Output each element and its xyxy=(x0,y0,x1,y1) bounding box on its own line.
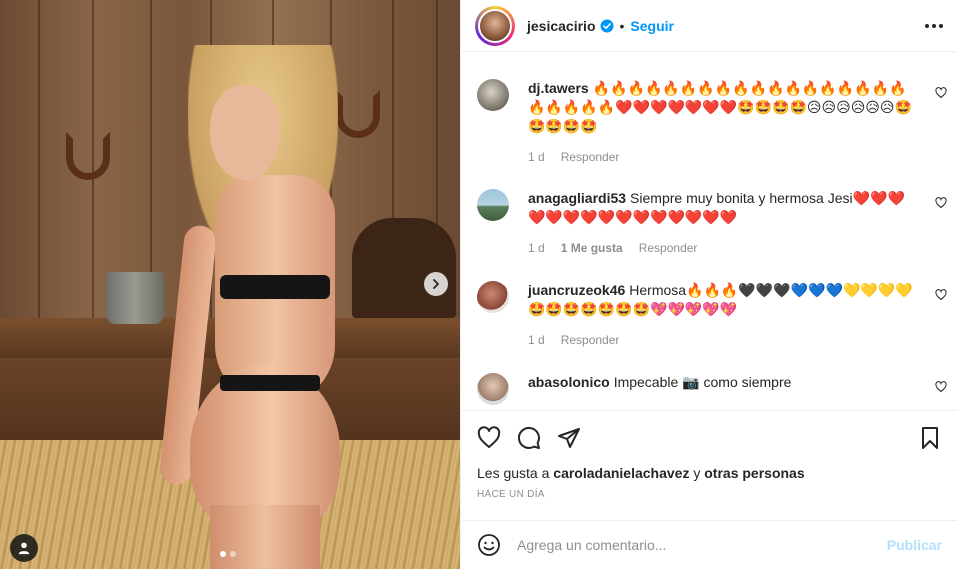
comment-item: juancruzeok46 Hermosa🔥🔥🔥🖤🖤🖤💙💙💙💛💛💛💛🤩🤩🤩🤩🤩🤩🤩… xyxy=(477,281,947,347)
tagged-users-button[interactable] xyxy=(10,534,38,562)
more-dot xyxy=(925,23,929,28)
share-paper-plane-icon[interactable] xyxy=(557,426,581,450)
carousel-indicator xyxy=(220,551,236,557)
wood-plank xyxy=(38,0,40,330)
post-image[interactable] xyxy=(0,0,460,569)
follow-button[interactable]: Seguir xyxy=(630,18,674,34)
comment-bubble-icon[interactable] xyxy=(517,426,541,450)
emoji-smiley-icon[interactable] xyxy=(477,533,501,557)
post-details-panel: jesicacirio • Seguir dj.tawers 🔥🔥🔥🔥🔥🔥🔥🔥🔥🔥… xyxy=(460,0,957,569)
horseshoe xyxy=(66,132,110,180)
chevron-right-icon xyxy=(433,279,439,289)
add-comment-bar: Publicar xyxy=(461,520,957,569)
comment-username[interactable]: abasolonico xyxy=(528,374,610,390)
carousel-dot-active xyxy=(220,551,226,557)
vintage-radio xyxy=(352,218,456,318)
more-options-button[interactable] xyxy=(925,23,943,28)
likes-prefix: Les gusta a xyxy=(477,465,550,481)
comment-text-block: abasolonico Impecable 📷 como siempre xyxy=(528,373,918,392)
header-separator: • xyxy=(619,17,625,34)
comment-like-icon[interactable] xyxy=(935,381,947,393)
like-heart-icon[interactable] xyxy=(477,426,501,450)
user-icon xyxy=(18,542,30,555)
comment-time[interactable]: 1 d xyxy=(528,241,545,255)
liked-by-user[interactable]: caroladanielachavez xyxy=(553,465,689,481)
reply-button[interactable]: Responder xyxy=(561,333,620,347)
likes-connector: y xyxy=(693,465,701,481)
comment-username[interactable]: juancruzeok46 xyxy=(528,282,625,298)
comment-like-icon[interactable] xyxy=(935,87,947,99)
comment-like-icon[interactable] xyxy=(935,289,947,301)
action-icons-row xyxy=(477,425,942,451)
comment-text-block: dj.tawers 🔥🔥🔥🔥🔥🔥🔥🔥🔥🔥🔥🔥🔥🔥🔥🔥🔥🔥🔥🔥🔥🔥🔥❤️❤️❤️❤️… xyxy=(528,79,918,136)
carousel-next-button[interactable] xyxy=(424,272,448,296)
comments-list[interactable]: dj.tawers 🔥🔥🔥🔥🔥🔥🔥🔥🔥🔥🔥🔥🔥🔥🔥🔥🔥🔥🔥🔥🔥🔥🔥❤️❤️❤️❤️… xyxy=(461,57,957,410)
comment-likes-count[interactable]: 1 Me gusta xyxy=(561,241,623,255)
post-header: jesicacirio • Seguir xyxy=(461,0,957,52)
post-actions: Les gusta a caroladanielachavez y otras … xyxy=(461,410,957,500)
comment-username[interactable]: dj.tawers xyxy=(528,80,589,96)
comment-meta: 1 d Responder xyxy=(528,150,947,164)
carousel-dot xyxy=(230,551,236,557)
comment-item: abasolonico Impecable 📷 como siempre xyxy=(477,373,947,405)
comment-avatar[interactable] xyxy=(477,189,509,221)
comment-time[interactable]: 1 d xyxy=(528,333,545,347)
author-username[interactable]: jesicacirio xyxy=(527,18,596,34)
comment-text: Impecable 📷 como siempre xyxy=(613,374,792,390)
comment-time[interactable]: 1 d xyxy=(528,150,545,164)
reply-button[interactable]: Responder xyxy=(561,150,620,164)
author-avatar[interactable] xyxy=(475,5,515,46)
comment-avatar[interactable] xyxy=(477,373,509,405)
verified-badge-icon xyxy=(600,19,613,32)
publish-button[interactable]: Publicar xyxy=(887,537,942,553)
comment-username[interactable]: anagagliardi53 xyxy=(528,190,626,206)
bucket xyxy=(106,272,164,324)
save-bookmark-icon[interactable] xyxy=(918,426,942,450)
comment-like-icon[interactable] xyxy=(935,197,947,209)
comment-text-block: anagagliardi53 Siempre muy bonita y hermo… xyxy=(528,189,918,227)
comment-avatar[interactable] xyxy=(477,281,509,313)
comment-avatar[interactable] xyxy=(477,79,509,111)
model-figure xyxy=(158,45,360,569)
comment-item: dj.tawers 🔥🔥🔥🔥🔥🔥🔥🔥🔥🔥🔥🔥🔥🔥🔥🔥🔥🔥🔥🔥🔥🔥🔥❤️❤️❤️❤️… xyxy=(477,79,947,164)
post-timestamp[interactable]: HACE UN DÍA xyxy=(477,489,942,500)
more-dot xyxy=(932,23,936,28)
comment-meta: 1 d 1 Me gusta Responder xyxy=(528,241,947,255)
liked-by-others[interactable]: otras personas xyxy=(704,465,804,481)
comment-meta: 1 d Responder xyxy=(528,333,947,347)
comment-input[interactable] xyxy=(517,537,887,553)
comment-text-block: juancruzeok46 Hermosa🔥🔥🔥🖤🖤🖤💙💙💙💛💛💛💛🤩🤩🤩🤩🤩🤩🤩… xyxy=(528,281,918,319)
comment-item: anagagliardi53 Siempre muy bonita y hermo… xyxy=(477,189,947,255)
likes-summary: Les gusta a caroladanielachavez y otras … xyxy=(477,465,942,481)
reply-button[interactable]: Responder xyxy=(639,241,698,255)
more-dot xyxy=(939,23,943,28)
